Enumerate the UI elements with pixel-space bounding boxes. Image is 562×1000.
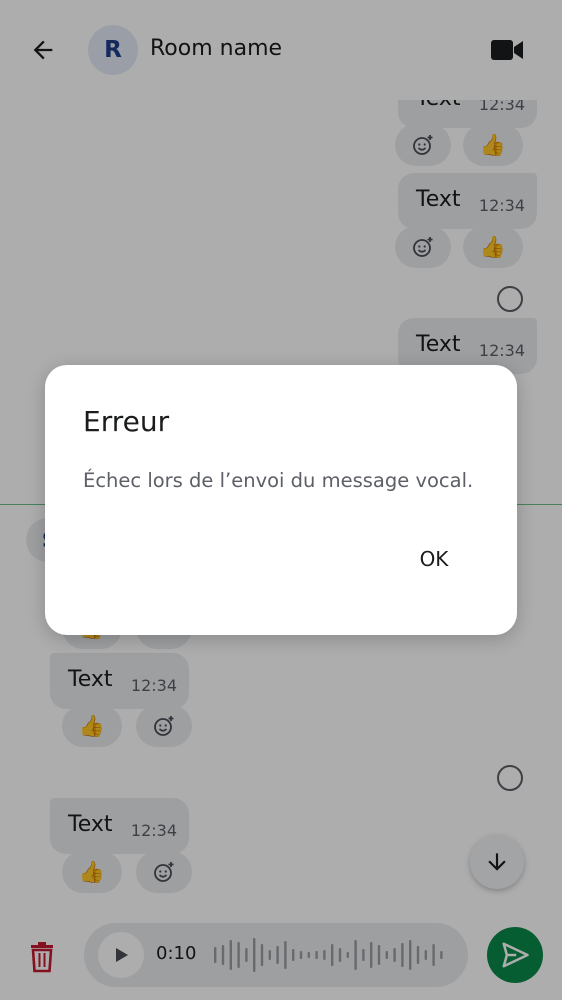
error-dialog: Erreur Échec lors de l’envoi du message … xyxy=(45,365,517,635)
dialog-title: Erreur xyxy=(83,405,170,438)
dialog-ok-button[interactable]: OK xyxy=(400,535,468,583)
dialog-message: Échec lors de l’envoi du message vocal. xyxy=(83,469,474,492)
app-screen: R Room name Text 12:34 👍 xyxy=(0,0,562,1000)
